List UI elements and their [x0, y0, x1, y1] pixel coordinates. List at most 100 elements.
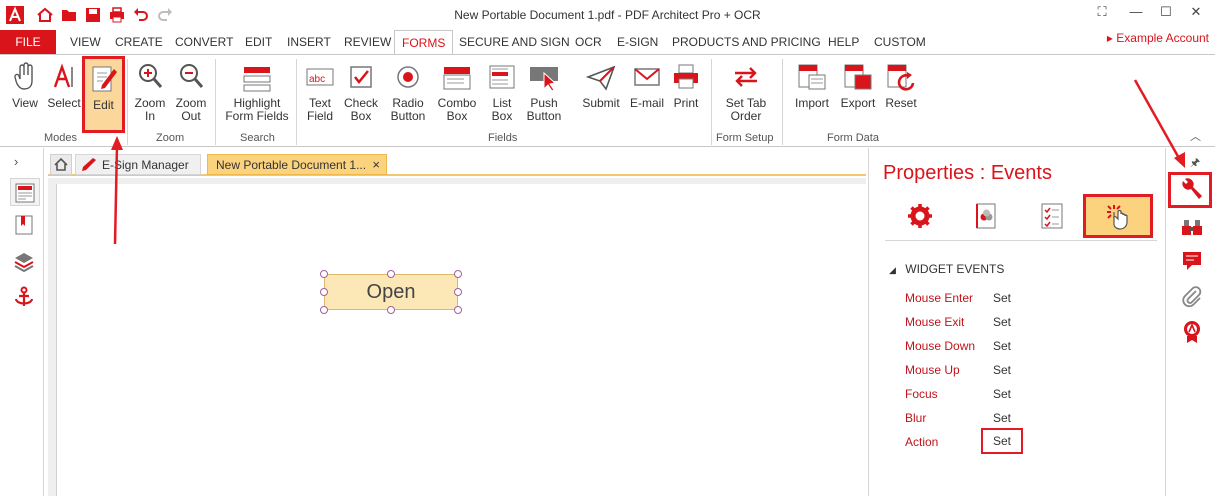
- properties-tab-general[interactable]: [885, 194, 955, 238]
- thumbnails-icon[interactable]: [10, 178, 40, 206]
- binoculars-icon[interactable]: [1181, 216, 1203, 238]
- attachment-icon[interactable]: [1181, 286, 1203, 308]
- document-page[interactable]: Open: [56, 184, 866, 496]
- view-button[interactable]: View: [6, 57, 44, 110]
- check-box-icon: [350, 66, 372, 88]
- group-label-modes: Modes: [44, 132, 78, 144]
- fullscreen-icon[interactable]: ⛶: [1092, 4, 1112, 20]
- e-sign-pen-icon: [82, 158, 96, 171]
- event-mouse-enter-value[interactable]: Set: [993, 291, 1011, 305]
- menu-forms[interactable]: FORMS: [394, 30, 454, 55]
- menu-bar: FILE VIEW CREATE CONVERT EDIT INSERT REV…: [0, 30, 1215, 55]
- resize-handle[interactable]: [454, 306, 462, 314]
- event-mouse-up-value[interactable]: Set: [993, 363, 1011, 377]
- combo-box-button[interactable]: Combo Box: [436, 57, 478, 123]
- edit-button[interactable]: Edit: [82, 56, 125, 133]
- close-tab-icon[interactable]: ×: [372, 155, 380, 175]
- highlight-form-fields-button[interactable]: Highlight Form Fields: [222, 57, 292, 123]
- paper-plane-icon: [586, 65, 616, 91]
- menu-e-sign[interactable]: E-SIGN: [610, 30, 665, 54]
- collapse-ribbon-icon[interactable]: ︿: [1190, 128, 1201, 144]
- check-box-button[interactable]: Check Box: [342, 57, 380, 123]
- bookmarks-icon[interactable]: [13, 214, 35, 236]
- properties-tab-events[interactable]: [1083, 194, 1153, 238]
- resize-handle[interactable]: [320, 288, 328, 296]
- resize-handle[interactable]: [387, 270, 395, 278]
- menu-create[interactable]: CREATE: [108, 30, 170, 54]
- event-mouse-down: Mouse Down: [905, 339, 976, 353]
- print-form-button[interactable]: Print: [668, 57, 704, 110]
- divider: [885, 240, 1157, 241]
- menu-ocr[interactable]: OCR: [568, 30, 609, 54]
- group-label-form-data: Form Data: [827, 132, 879, 144]
- import-button[interactable]: Import: [792, 57, 832, 110]
- close-icon[interactable]: ✕: [1186, 4, 1206, 20]
- expand-panel-icon[interactable]: ›: [14, 154, 36, 176]
- minimize-icon[interactable]: —: [1126, 4, 1146, 20]
- menu-review[interactable]: REVIEW: [337, 30, 398, 54]
- group-separator: [782, 59, 783, 145]
- export-icon: [844, 64, 872, 90]
- event-blur: Blur: [905, 411, 927, 425]
- event-mouse-exit: Mouse Exit: [905, 315, 965, 329]
- comment-icon[interactable]: [1181, 250, 1203, 272]
- group-separator: [215, 59, 216, 145]
- submit-button[interactable]: Submit: [580, 57, 622, 110]
- properties-tab-options[interactable]: [1017, 194, 1087, 238]
- event-blur-value[interactable]: Set: [993, 411, 1011, 425]
- open-push-button-widget[interactable]: Open: [324, 274, 458, 310]
- document-canvas: Open: [48, 178, 866, 496]
- resize-handle[interactable]: [387, 306, 395, 314]
- anchor-icon[interactable]: [13, 286, 35, 308]
- menu-view[interactable]: VIEW: [63, 30, 108, 54]
- email-button[interactable]: E-mail: [628, 57, 666, 110]
- event-focus-value[interactable]: Set: [993, 387, 1011, 401]
- event-action: Action: [905, 435, 939, 449]
- tab-label: E-Sign Manager: [102, 158, 189, 172]
- resize-handle[interactable]: [454, 270, 462, 278]
- window-title: New Portable Document 1.pdf - PDF Archit…: [454, 8, 761, 22]
- layers-icon[interactable]: [13, 250, 35, 273]
- list-box-button[interactable]: List Box: [484, 57, 520, 123]
- event-mouse-down-value[interactable]: Set: [993, 339, 1011, 353]
- menu-products-and-pricing[interactable]: PRODUCTS AND PRICING: [665, 30, 828, 54]
- list-box-icon: [489, 65, 515, 89]
- home-tab[interactable]: [50, 154, 72, 175]
- export-button[interactable]: Export: [838, 57, 878, 110]
- menu-edit[interactable]: EDIT: [238, 30, 279, 54]
- widget-events-section[interactable]: ◢ WIDGET EVENTS: [889, 262, 1004, 276]
- text-field-button[interactable]: abc Text Field: [301, 57, 339, 123]
- maximize-icon[interactable]: ☐: [1156, 4, 1176, 20]
- tab-e-sign-manager[interactable]: E-Sign Manager: [75, 154, 201, 175]
- zoom-in-icon: [139, 64, 163, 88]
- push-button-button[interactable]: Push Button: [524, 57, 564, 123]
- set-tab-order-button[interactable]: Set Tab Order: [720, 57, 772, 123]
- certificate-icon[interactable]: [1181, 320, 1203, 343]
- menu-file[interactable]: FILE: [0, 30, 56, 54]
- tab-new-portable-document[interactable]: New Portable Document 1... ×: [207, 154, 387, 175]
- radio-button-icon: [397, 66, 419, 88]
- properties-tab-appearance[interactable]: [951, 194, 1021, 238]
- zoom-in-button[interactable]: Zoom In: [132, 57, 168, 123]
- left-rail: ›: [0, 148, 44, 496]
- select-button[interactable]: Select: [46, 57, 82, 110]
- radio-button-button[interactable]: Radio Button: [386, 57, 430, 123]
- resize-handle[interactable]: [320, 306, 328, 314]
- event-action-value[interactable]: Set: [981, 428, 1024, 454]
- tab-label: New Portable Document 1...: [216, 158, 367, 172]
- menu-secure-and-sign[interactable]: SECURE AND SIGN: [452, 30, 577, 54]
- reset-icon: [887, 64, 915, 91]
- svg-text:abc: abc: [309, 74, 325, 85]
- menu-convert[interactable]: CONVERT: [168, 30, 240, 54]
- menu-help[interactable]: HELP: [821, 30, 866, 54]
- zoom-out-button[interactable]: Zoom Out: [172, 57, 210, 123]
- event-mouse-exit-value[interactable]: Set: [993, 315, 1011, 329]
- properties-wrench-icon[interactable]: [1168, 172, 1212, 208]
- menu-custom[interactable]: CUSTOM: [867, 30, 933, 54]
- event-mouse-up: Mouse Up: [905, 363, 960, 377]
- resize-handle[interactable]: [454, 288, 462, 296]
- reset-button[interactable]: Reset: [882, 57, 920, 110]
- resize-handle[interactable]: [320, 270, 328, 278]
- account-link[interactable]: ▸ Example Account: [1107, 30, 1209, 46]
- menu-insert[interactable]: INSERT: [280, 30, 338, 54]
